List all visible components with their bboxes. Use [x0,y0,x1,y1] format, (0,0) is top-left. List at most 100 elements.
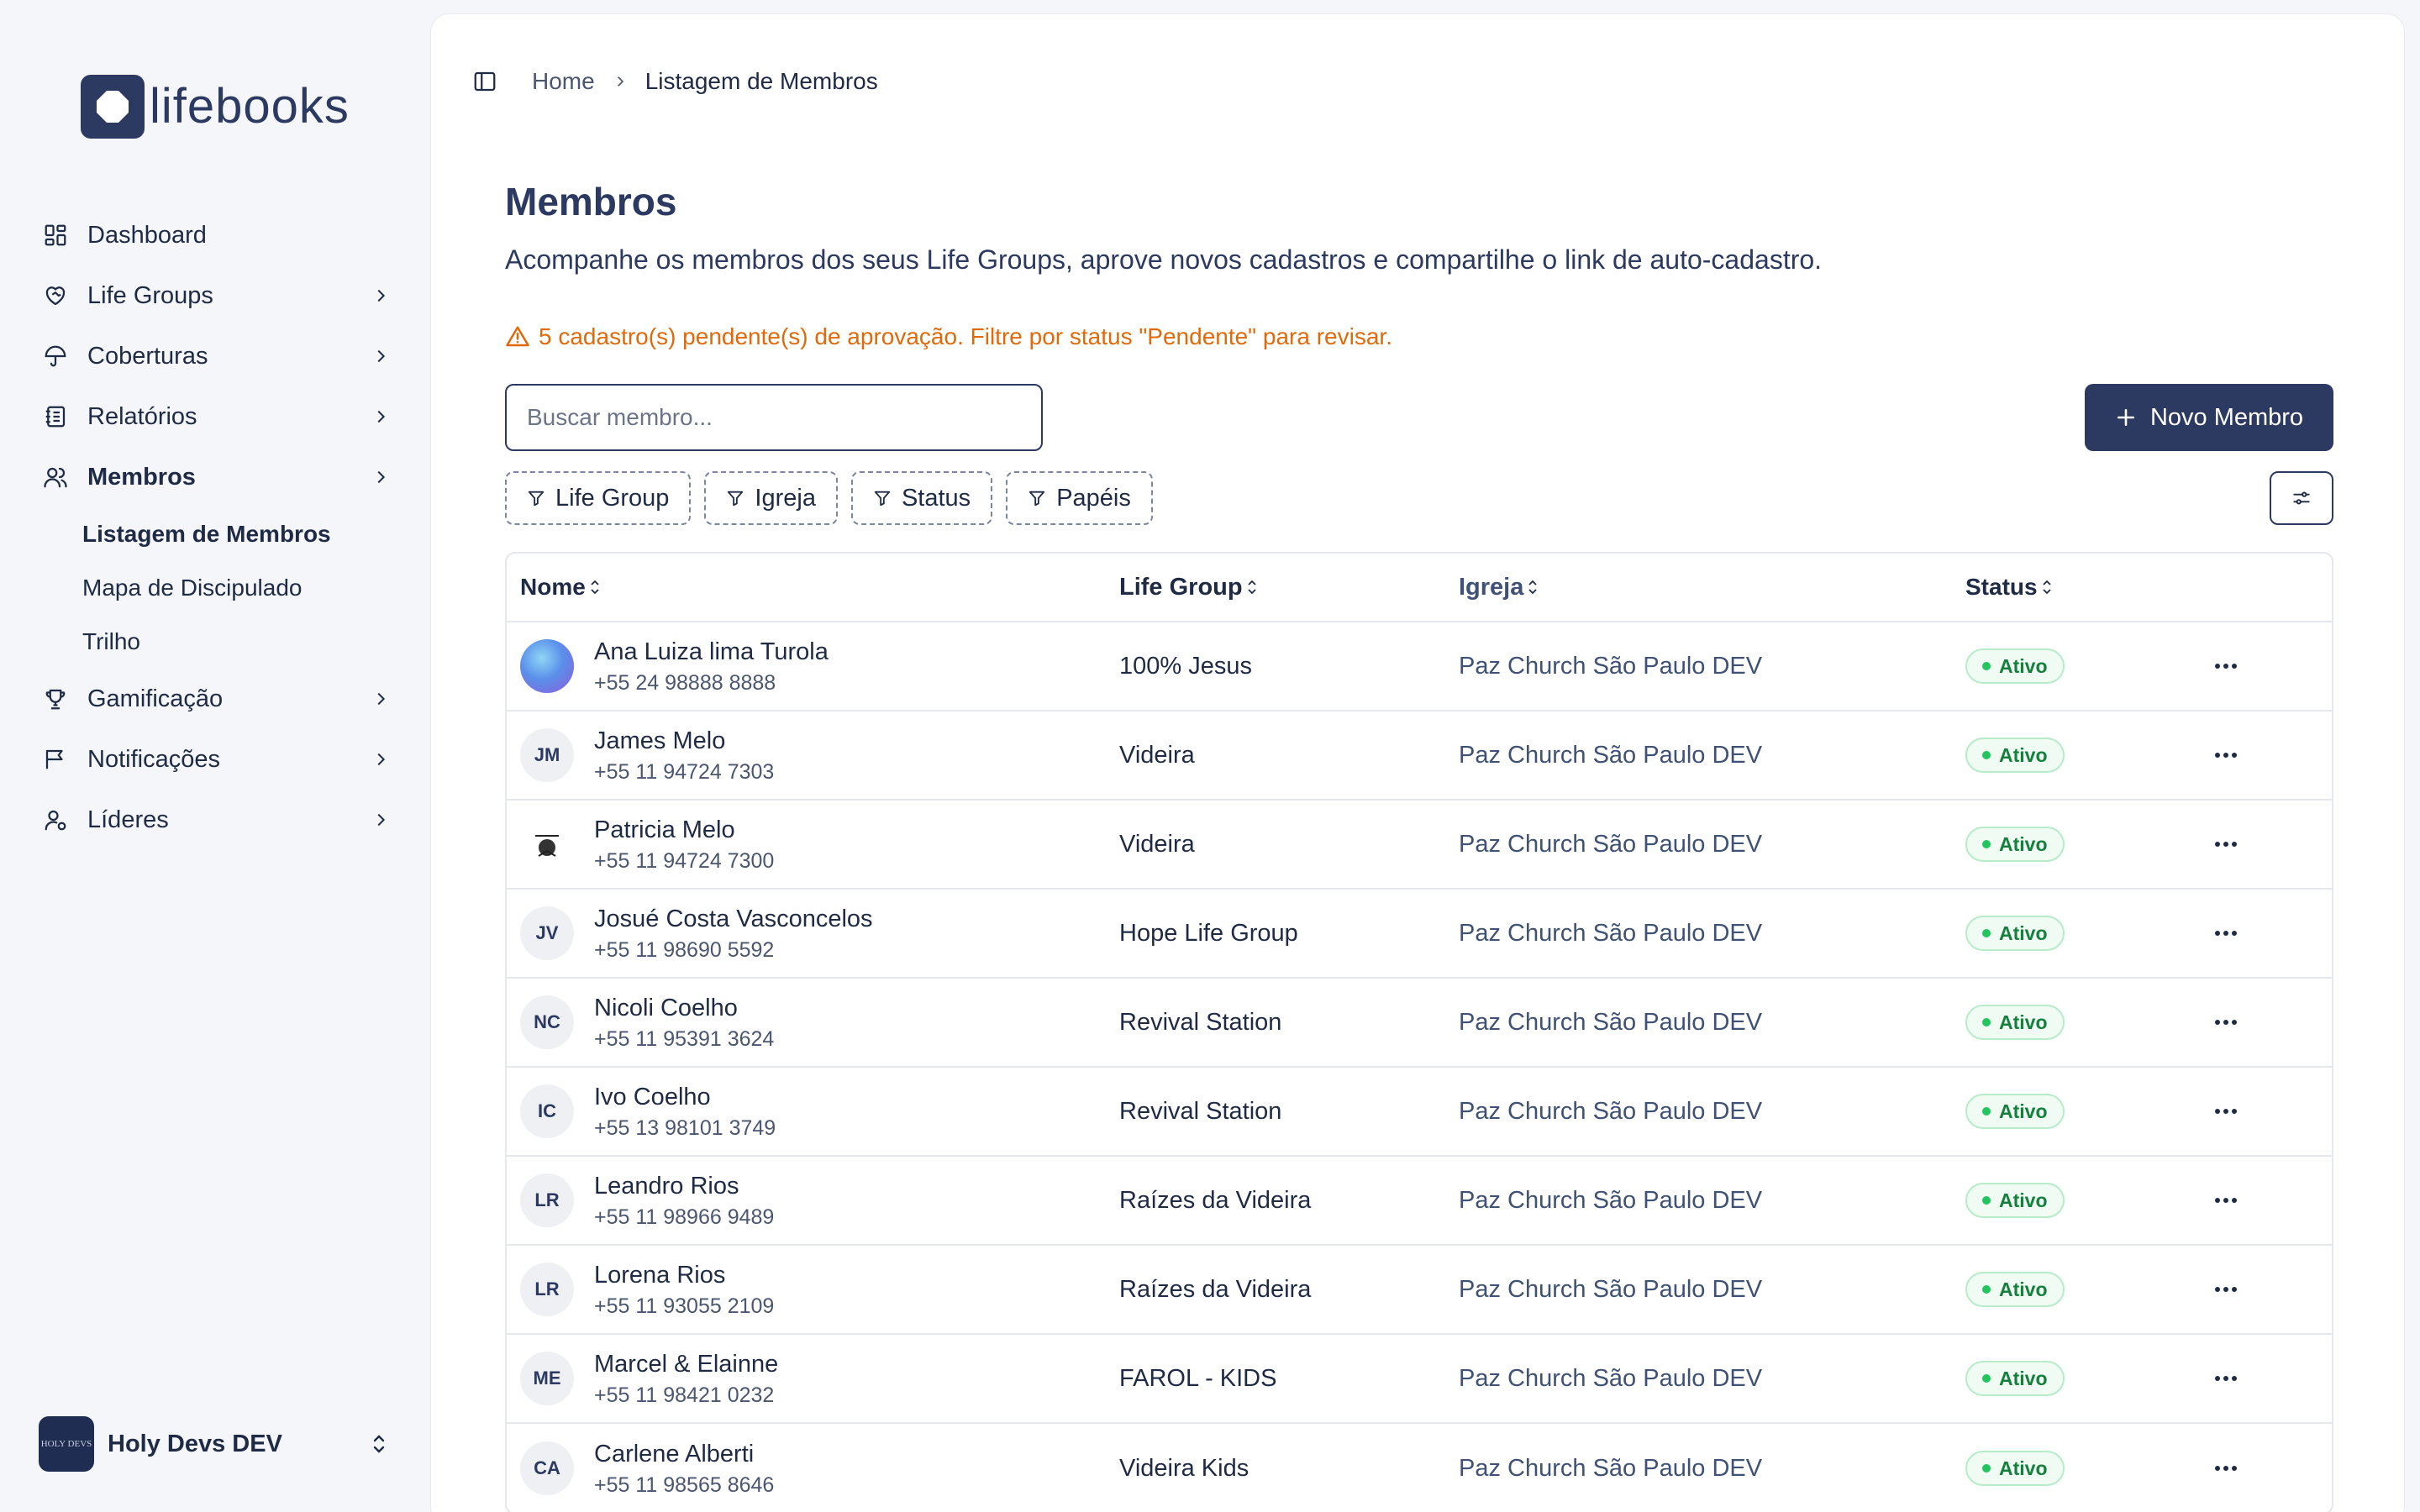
status-dot [1982,1464,1991,1473]
table-row[interactable]: Patricia Melo +55 11 94724 7300 Videira … [507,801,2332,890]
member-phone: +55 11 98421 0232 [594,1383,775,1407]
sidebar-item-lideres[interactable]: Líderes [37,790,398,850]
breadcrumb-current: Listagem de Membros [644,68,878,94]
sidebar-item-gamificacao[interactable]: Gamificação [37,669,398,729]
sidebar-item-label: Coberturas [87,342,208,370]
column-header-nome[interactable]: Nome [507,574,1119,601]
sidebar-item-notificacoes[interactable]: Notificações [37,729,398,790]
search-input[interactable] [505,384,1043,451]
column-header-igreja[interactable]: Igreja [1459,574,1965,601]
sidebar-item-life-groups[interactable]: Life Groups [37,265,398,326]
avatar: CA [520,1441,574,1495]
member-name[interactable]: James Melo [594,727,774,756]
sidebar-item-membros[interactable]: Membros [37,447,398,507]
table-row[interactable]: JV Josué Costa Vasconcelos +55 11 98690 … [507,890,2332,979]
organization-switcher[interactable]: HOLY DEVS Holy Devs DEV [39,1416,392,1472]
more-actions-icon[interactable] [2207,1004,2244,1041]
cell-actions [2201,1093,2251,1130]
column-header-status[interactable]: Status [1965,574,2201,601]
chevrons-up-down-icon [366,1427,392,1461]
cell-church: Paz Church São Paulo DEV [1459,1454,1763,1482]
column-header-life-group[interactable]: Life Group [1119,574,1459,601]
table-body: Ana Luiza lima Turola +55 24 98888 8888 … [507,622,2332,1512]
more-actions-icon[interactable] [2207,915,2244,952]
more-actions-icon[interactable] [2207,737,2244,774]
filter-icon [874,491,891,507]
sidebar-subitem-listagem-de-membros[interactable]: Listagem de Membros [82,507,398,561]
cell-status: Ativo [1965,1094,2201,1129]
avatar: LR [520,1262,574,1316]
cell-life-group: Videira Kids [1119,1454,1249,1482]
member-name[interactable]: Josué Costa Vasconcelos [594,905,873,934]
filter-igreja[interactable]: Igreja [704,471,838,525]
member-name[interactable]: Marcel & Elainne [594,1350,778,1379]
member-name[interactable]: Patricia Melo [594,816,774,845]
cell-name: Patricia Melo +55 11 94724 7300 [507,816,1119,873]
more-actions-icon[interactable] [2207,1093,2244,1130]
filter-icon [528,491,544,507]
notebook-icon [40,402,71,432]
plus-icon [2117,409,2134,426]
table-row[interactable]: ME Marcel & Elainne +55 11 98421 0232 FA… [507,1335,2332,1424]
cell-life-group: Hope Life Group [1119,919,1298,947]
sidebar-item-dashboard[interactable]: Dashboard [37,205,398,265]
table-row[interactable]: LR Lorena Rios +55 11 93055 2109 Raízes … [507,1246,2332,1335]
more-actions-icon[interactable] [2207,1450,2244,1487]
status-label: Ativo [1999,921,2048,944]
sidebar-subitem-trilho[interactable]: Trilho [82,615,398,669]
view-options-button[interactable] [2270,471,2333,525]
table-row[interactable]: Ana Luiza lima Turola +55 24 98888 8888 … [507,622,2332,711]
filter-label: Papéis [1056,484,1131,512]
cell-church: Paz Church São Paulo DEV [1459,1097,1763,1125]
status-badge: Ativo [1965,1183,2065,1218]
column-header-label: Igreja [1459,573,1524,601]
filter-life-group[interactable]: Life Group [505,471,692,525]
sidebar-toggle-icon[interactable] [470,66,500,97]
sidebar-item-label: Membros [87,463,196,491]
table-row[interactable]: CA Carlene Alberti +55 11 98565 8646 Vid… [507,1424,2332,1512]
members-table: Nome Life Group Igreja Status Ana Luiza … [505,552,2333,1512]
member-name[interactable]: Lorena Rios [594,1261,774,1290]
cell-status: Ativo [1965,916,2201,951]
table-header: Nome Life Group Igreja Status [507,554,2332,622]
more-actions-icon[interactable] [2207,826,2244,863]
more-actions-icon[interactable] [2207,1360,2244,1397]
warning-triangle-icon [505,323,532,350]
filter-papeis[interactable]: Papéis [1006,471,1153,525]
table-row[interactable]: JM James Melo +55 11 94724 7303 Videira … [507,711,2332,801]
new-member-button[interactable]: Novo Membro [2085,384,2333,451]
more-actions-icon[interactable] [2207,648,2244,685]
more-actions-icon[interactable] [2207,1182,2244,1219]
cell-status: Ativo [1965,827,2201,862]
filter-status[interactable]: Status [850,471,993,525]
sidebar-subitem-mapa-de-discipulado[interactable]: Mapa de Discipulado [82,561,398,615]
cell-life-group: Revival Station [1119,1097,1282,1125]
cell-church: Paz Church São Paulo DEV [1459,1275,1763,1303]
member-name[interactable]: Ana Luiza lima Turola [594,638,829,667]
table-row[interactable]: LR Leandro Rios +55 11 98966 9489 Raízes… [507,1157,2332,1246]
avatar: JM [520,727,574,782]
cell-church: Paz Church São Paulo DEV [1459,652,1763,680]
organization-avatar: HOLY DEVS [39,1416,94,1472]
table-row[interactable]: NC Nicoli Coelho +55 11 95391 3624 Reviv… [507,979,2332,1068]
table-row[interactable]: IC Ivo Coelho +55 13 98101 3749 Revival … [507,1068,2332,1157]
member-name[interactable]: Ivo Coelho [594,1083,776,1112]
member-name[interactable]: Nicoli Coelho [594,994,774,1023]
topbar: Home Listagem de Membros [470,51,878,112]
cell-status: Ativo [1965,1361,2201,1396]
cell-status: Ativo [1965,1272,2201,1307]
membros-subnav: Listagem de Membros Mapa de Discipulado … [37,507,398,669]
member-phone: +55 24 98888 8888 [594,670,776,695]
more-actions-icon[interactable] [2207,1271,2244,1308]
app-logo[interactable]: lifebooks [81,74,350,139]
chevron-right-icon [368,465,393,490]
status-label: Ativo [1999,654,2048,677]
avatar: JV [520,906,574,960]
status-label: Ativo [1999,1278,2048,1300]
breadcrumb-home[interactable]: Home [532,68,595,95]
sidebar-item-relatorios[interactable]: Relatórios [37,386,398,447]
status-dot [1982,751,1991,759]
member-name[interactable]: Carlene Alberti [594,1440,774,1469]
sidebar-item-coberturas[interactable]: Coberturas [37,326,398,386]
member-name[interactable]: Leandro Rios [594,1172,774,1201]
